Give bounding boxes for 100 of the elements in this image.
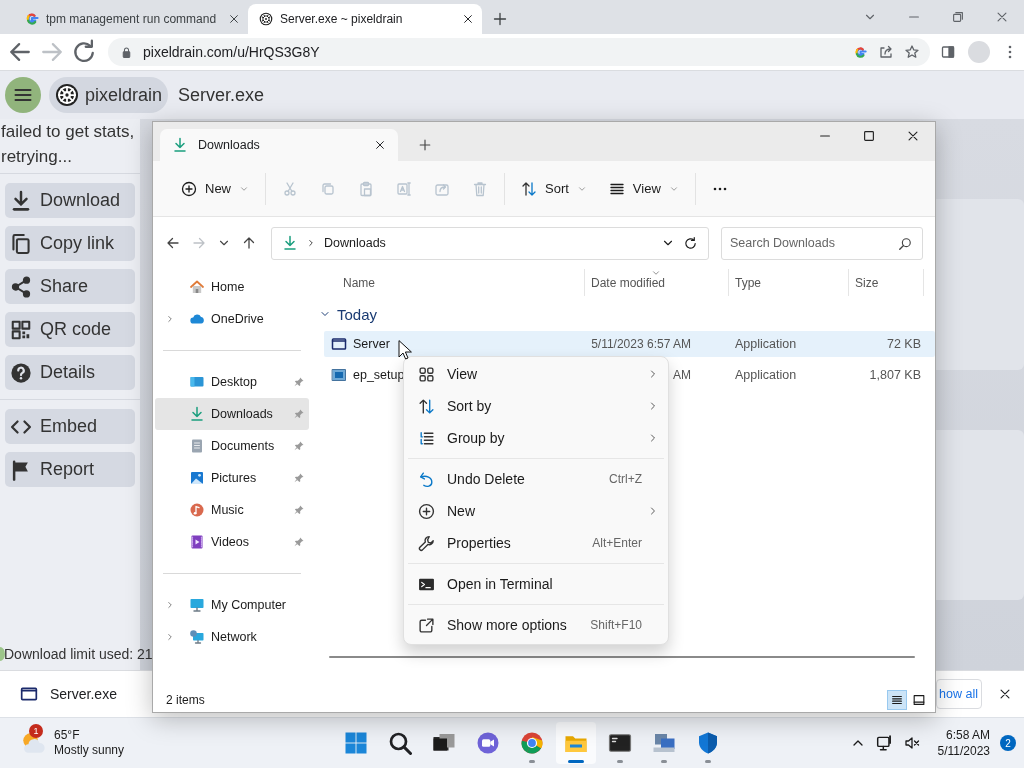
close-icon[interactable] [228, 13, 240, 25]
close-icon[interactable] [374, 139, 386, 151]
command-button[interactable]: Sort [513, 172, 595, 205]
nav-item[interactable]: OneDrive [155, 303, 309, 335]
menu-item[interactable]: Show more options [447, 617, 591, 633]
scrollbar[interactable] [329, 656, 915, 658]
logo-pill[interactable]: pixeldrain [49, 77, 169, 113]
menu-item[interactable]: Properties [447, 535, 593, 551]
chevron-icon[interactable] [165, 632, 175, 642]
pin-icon[interactable] [293, 440, 305, 452]
command-button[interactable]: New [173, 172, 257, 205]
menu-item[interactable]: Open in Terminal [447, 576, 642, 592]
back-icon[interactable] [165, 235, 181, 251]
explorer-tab[interactable]: Downloads [160, 129, 398, 161]
column-header[interactable]: Name [324, 269, 585, 296]
nav-item[interactable]: Downloads [155, 398, 309, 430]
action-button[interactable]: Report [5, 452, 135, 487]
nav-item[interactable]: Documents [155, 430, 309, 462]
browser-tab[interactable]: Server.exe ~ pixeldrain [248, 4, 482, 34]
command-button[interactable]: View [600, 172, 687, 205]
address-bar[interactable]: pixeldrain.com/u/HrQS3G8Y [108, 38, 930, 66]
house-icon [189, 279, 205, 295]
share-icon[interactable] [878, 44, 894, 60]
menu-item[interactable]: View [447, 366, 642, 382]
shortcut-text: Alt+Enter [592, 536, 642, 550]
search-icon[interactable] [898, 236, 912, 251]
column-header[interactable]: Date modified [585, 269, 729, 296]
nav-item[interactable]: Music [155, 494, 309, 526]
close-icon[interactable] [998, 687, 1012, 701]
type-cell-text: Application [734, 368, 798, 382]
wheel-icon [53, 81, 81, 109]
show-all-button[interactable]: how all [936, 679, 982, 709]
action-button[interactable]: Share [5, 269, 135, 304]
action-button[interactable]: Embed [5, 409, 135, 444]
windows-logo-icon[interactable] [344, 731, 368, 755]
download-file-name[interactable]: Server.exe [50, 686, 117, 702]
chevron-icon[interactable] [165, 314, 175, 324]
restore-icon[interactable] [951, 10, 965, 24]
plus-circle-icon[interactable] [181, 180, 197, 197]
browser-tab[interactable]: tpm management run command [14, 4, 248, 34]
terminal-icon[interactable] [608, 731, 632, 755]
speaker-muted-icon[interactable] [903, 735, 920, 751]
maximize-icon[interactable] [862, 129, 876, 143]
nav-item[interactable]: Home [155, 271, 309, 303]
lock-icon[interactable] [120, 45, 133, 59]
nav-item[interactable]: Desktop [155, 366, 309, 398]
new-tab-icon[interactable] [492, 11, 508, 27]
menu-item[interactable]: Group by [447, 430, 642, 446]
search-icon[interactable] [388, 731, 412, 755]
network-icon[interactable] [875, 734, 894, 752]
menu-button[interactable] [5, 77, 41, 113]
menu-item[interactable]: Undo Delete [447, 471, 609, 487]
refresh-icon[interactable] [683, 235, 698, 251]
group-header[interactable]: Today [311, 299, 935, 329]
nav-item[interactable]: My Computer [155, 589, 309, 621]
close-icon[interactable] [462, 13, 474, 25]
notification-badge[interactable]: 2 [1000, 735, 1016, 751]
file-name[interactable]: Server [353, 337, 390, 351]
side-panel-icon[interactable] [940, 44, 956, 60]
column-header[interactable]: Size [849, 269, 924, 296]
close-icon[interactable] [906, 129, 920, 143]
share-icon [10, 275, 32, 298]
nav-item[interactable]: Network [155, 621, 309, 653]
column-header[interactable]: Type [729, 269, 849, 296]
address-bar[interactable]: Downloads [271, 226, 709, 260]
action-button[interactable]: QR code [5, 312, 135, 347]
type-cell-text: Application [734, 337, 798, 351]
new-tab-icon[interactable] [418, 138, 432, 152]
nav-item[interactable]: Pictures [155, 462, 309, 494]
pin-icon[interactable] [293, 472, 305, 484]
browser-icon[interactable] [520, 731, 544, 755]
selected-row-highlight[interactable]: Server 5/11/2023 6:57 AM Application 72 KB [324, 331, 935, 357]
item-count: 2 items [166, 693, 206, 707]
chevron-icon[interactable] [165, 600, 175, 610]
clock-date[interactable]: 5/11/2023 [937, 743, 990, 759]
computer-app-icon[interactable] [652, 731, 676, 755]
temperature-text[interactable]: 65°F [54, 728, 125, 743]
copy-icon [10, 232, 32, 255]
sort-icon[interactable] [521, 180, 537, 197]
clock-time[interactable]: 6:58 AM [945, 727, 990, 743]
action-button[interactable]: Download [5, 183, 135, 218]
nav-item[interactable]: Videos [155, 526, 309, 558]
weather-text[interactable]: Mostly sunny [54, 743, 125, 758]
question-icon [10, 361, 32, 384]
file-name[interactable]: ep_setup [353, 368, 405, 382]
pin-icon[interactable] [293, 536, 305, 548]
video-chat-icon[interactable] [476, 731, 500, 755]
pin-icon[interactable] [293, 504, 305, 516]
action-button[interactable]: Copy link [5, 226, 135, 261]
shield-icon[interactable] [696, 731, 720, 755]
action-button[interactable]: Details [5, 355, 135, 390]
g-logo-icon[interactable] [853, 44, 868, 60]
search-field[interactable]: Search Downloads [721, 226, 923, 260]
menu-item[interactable]: Sort by [447, 398, 642, 414]
date-cell-text: 5/11/2023 6:57 AM [590, 337, 692, 351]
menu-item[interactable]: New [447, 503, 642, 519]
star-icon[interactable] [904, 44, 920, 60]
taskbar-button[interactable] [556, 722, 596, 764]
pin-icon[interactable] [293, 376, 305, 388]
up-icon[interactable] [241, 235, 257, 251]
